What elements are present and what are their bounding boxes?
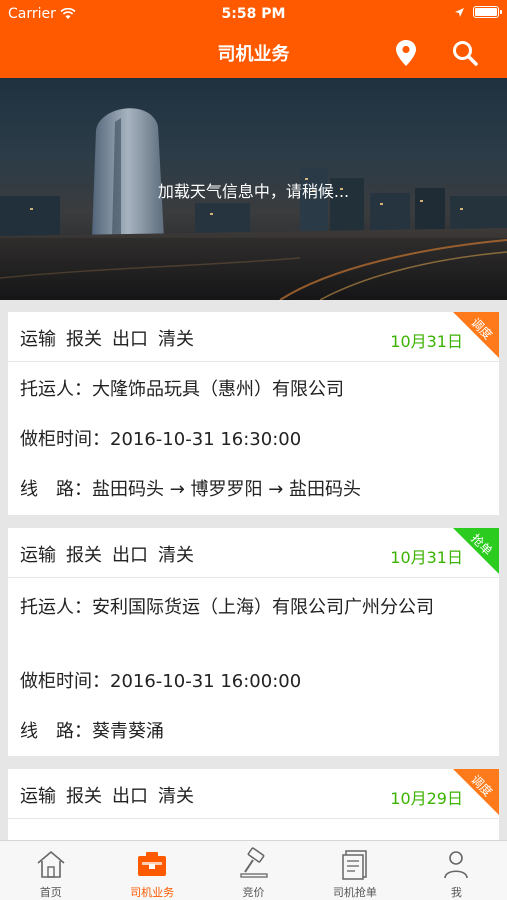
truck-icon xyxy=(138,852,167,876)
route-label: 线 路： xyxy=(20,721,92,742)
person-icon xyxy=(444,851,469,879)
status-time: 5:58 PM xyxy=(221,6,286,22)
route-value: 葵青葵涌 xyxy=(92,721,164,742)
search-icon xyxy=(453,41,478,66)
search-button[interactable] xyxy=(450,38,480,68)
route-label: 线 路： xyxy=(20,479,92,500)
battery-icon xyxy=(473,6,502,18)
service-tag: 报关 xyxy=(66,545,102,566)
service-tag: 出口 xyxy=(112,786,148,807)
service-tag: 运输 xyxy=(20,786,56,807)
loading-time-label: 做柜时间： xyxy=(20,671,110,692)
tab-bar: 首页 司机业务 竞价 司机抢单 我 xyxy=(0,840,507,900)
tab-label: 我 xyxy=(450,886,462,899)
route-row: 线 路：葵青葵涌 xyxy=(20,720,487,744)
shipper-label: 托运人： xyxy=(20,379,92,400)
order-card-header: 运输 报关 出口 清关 10月31日 抢单 xyxy=(8,528,499,578)
map-pin-icon xyxy=(396,40,416,66)
location-arrow-icon xyxy=(455,7,464,17)
service-tags: 运输 报关 出口 清关 xyxy=(20,541,194,567)
loading-time-value: 2016-10-31 16:00:00 xyxy=(110,671,302,692)
service-tag: 出口 xyxy=(112,545,148,566)
service-tag: 报关 xyxy=(66,329,102,350)
tab-grab-orders[interactable]: 司机抢单 xyxy=(304,841,405,900)
shipper-row: 托运人：大隆饰品玩具（惠州）有限公司 xyxy=(20,378,487,402)
service-tag: 清关 xyxy=(158,329,194,350)
status-right xyxy=(454,6,502,18)
weather-loading-text: 加载天气信息中，请稍候... xyxy=(157,182,350,201)
tab-label: 司机抢单 xyxy=(332,886,377,899)
service-tag: 报关 xyxy=(66,786,102,807)
service-tags: 运输 报关 出口 清关 xyxy=(20,782,194,808)
order-card-header: 运输 报关 出口 清关 10月29日 调度 xyxy=(8,769,499,819)
service-tag: 清关 xyxy=(158,786,194,807)
document-icon xyxy=(342,850,367,880)
loading-time-value: 2016-10-31 16:30:00 xyxy=(110,429,302,450)
route-value: 盐田码头 → 博罗罗阳 → 盐田码头 xyxy=(92,479,362,500)
page-title: 司机业务 xyxy=(217,44,290,65)
service-tag: 运输 xyxy=(20,545,56,566)
loading-time-label: 做柜时间： xyxy=(20,429,110,450)
tab-driver-business[interactable]: 司机业务 xyxy=(101,841,202,900)
order-card[interactable]: 运输 报关 出口 清关 10月31日 抢单 托运人：安利国际货运（上海）有限公司… xyxy=(8,528,499,756)
tab-me[interactable]: 我 xyxy=(406,841,507,900)
weather-banner: 加载天气信息中，请稍候... xyxy=(0,78,507,300)
tab-home[interactable]: 首页 xyxy=(0,841,101,900)
loading-time-row: 做柜时间：2016-10-31 16:30:00 xyxy=(20,428,487,452)
service-tag: 清关 xyxy=(158,545,194,566)
shipper-value: 大隆饰品玩具（惠州）有限公司 xyxy=(92,379,344,400)
location-button[interactable] xyxy=(392,38,420,68)
tab-bidding[interactable]: 竞价 xyxy=(203,841,304,900)
gavel-icon xyxy=(239,847,268,878)
order-card-header: 运输 报关 出口 清关 10月31日 调度 xyxy=(8,312,499,362)
tab-label: 首页 xyxy=(39,886,62,899)
shipper-label: 托运人： xyxy=(20,597,92,618)
home-icon xyxy=(37,850,65,878)
service-tag: 运输 xyxy=(20,329,56,350)
loading-time-row: 做柜时间：2016-10-31 16:00:00 xyxy=(20,670,487,694)
nav-bar: 司机业务 xyxy=(0,28,507,78)
service-tag: 出口 xyxy=(112,329,148,350)
order-card[interactable]: 运输 报关 出口 清关 10月29日 调度 xyxy=(8,769,499,840)
order-card[interactable]: 运输 报关 出口 清关 10月31日 调度 托运人：大隆饰品玩具（惠州）有限公司… xyxy=(8,312,499,515)
route-row: 线 路：盐田码头 → 博罗罗阳 → 盐田码头 xyxy=(20,478,487,502)
status-bar: Carrier 5:58 PM xyxy=(0,0,507,28)
shipper-value: 安利国际货运（上海）有限公司广州分公司 xyxy=(92,597,434,618)
tab-label: 竞价 xyxy=(242,886,265,899)
service-tags: 运输 报关 出口 清关 xyxy=(20,325,194,351)
tab-label: 司机业务 xyxy=(130,886,175,899)
shipper-row: 托运人：安利国际货运（上海）有限公司广州分公司 xyxy=(20,596,487,620)
